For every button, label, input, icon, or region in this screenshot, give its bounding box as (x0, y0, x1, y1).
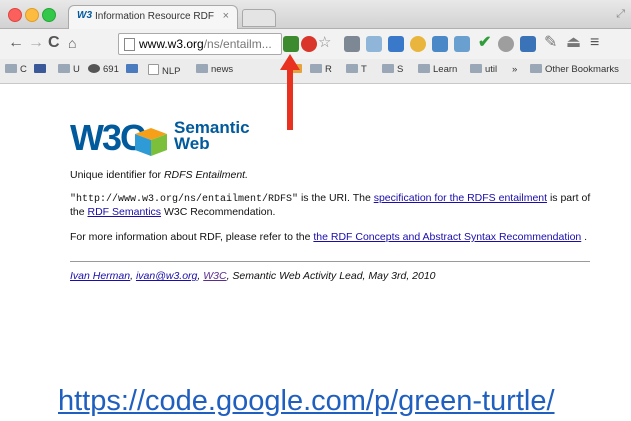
new-tab-button[interactable] (242, 9, 276, 27)
page-icon (124, 38, 135, 51)
share-icon (126, 64, 138, 73)
intro-paragraph: Unique identifier for RDFS Entailment. (70, 169, 248, 181)
extension-smile-icon[interactable] (410, 36, 426, 52)
bookmark-other-bookmarks[interactable]: Other Bookmarks (530, 64, 619, 75)
address-bar[interactable]: www.w3.org/ns/entailm... (118, 33, 282, 55)
folder-icon (58, 64, 70, 73)
maximize-window-button[interactable] (42, 8, 56, 22)
adblock-icon[interactable] (301, 36, 317, 52)
browser-window: W3 Information Resource RDF × ⤢ ← → C ⌂ … (0, 0, 631, 392)
rdf-semantics-link[interactable]: RDF Semantics (88, 206, 162, 218)
bookmark-t[interactable]: T (346, 64, 367, 75)
intro-emphasis: RDFS Entailment. (163, 169, 248, 181)
folder-icon (530, 64, 542, 73)
forward-icon[interactable]: → (28, 33, 44, 53)
page-content: W3C Semantic Web Unique identifier for R… (0, 84, 631, 392)
tab-title: Information Resource RDF (95, 11, 214, 22)
folder-icon (346, 64, 358, 73)
extension-screen-icon[interactable] (432, 36, 448, 52)
logo-web-text: Web (174, 134, 210, 153)
page-footer: Ivan Herman, ivan@w3.org, W3C, Semantic … (70, 270, 436, 282)
more-info-paragraph: For more information about RDF, please r… (70, 231, 588, 243)
bookmarks-bar: C U 691 NLP news R T S Learn util » Othe… (0, 59, 631, 84)
divider (70, 261, 590, 262)
bookmark-r[interactable]: R (310, 64, 332, 75)
uri-code: "http://www.w3.org/ns/entailment/RDFS" (70, 194, 299, 205)
folder-icon (310, 64, 322, 73)
wrench-icon[interactable]: ✎ (544, 33, 557, 53)
bookmark-news[interactable]: news (196, 64, 233, 75)
bookmark-s[interactable]: S (382, 64, 403, 75)
email-link[interactable]: ivan@w3.org (136, 270, 197, 282)
annotation-arrow-icon (280, 54, 300, 130)
facebook-icon (34, 64, 46, 73)
browser-toolbar: ← → C ⌂ www.w3.org/ns/entailm... ☆ ✔ ✎ ⏏… (0, 29, 631, 59)
eject-icon[interactable]: ⏏ (566, 33, 581, 53)
back-icon[interactable]: ← (8, 33, 24, 53)
w3c-favicon-icon: W3 (77, 10, 92, 21)
tab-active[interactable]: W3 Information Resource RDF × (68, 5, 238, 29)
rdfs-entailment-spec-link[interactable]: specification for the RDFS entailment (374, 192, 547, 204)
tab-close-icon[interactable]: × (223, 10, 229, 22)
menu-icon[interactable]: ≡ (590, 33, 599, 53)
folder-icon (382, 64, 394, 73)
bookmark-facebook[interactable] (34, 64, 49, 75)
title-bar: W3 Information Resource RDF × ⤢ (0, 0, 631, 29)
bookmark-c[interactable]: C (5, 64, 27, 75)
uri-paragraph: "http://www.w3.org/ns/entailment/RDFS" i… (70, 192, 591, 218)
extension-bird-icon[interactable] (520, 36, 536, 52)
author-link[interactable]: Ivan Herman (70, 270, 130, 282)
check-icon[interactable]: ✔ (478, 33, 491, 53)
extension-badge-icon[interactable] (498, 36, 514, 52)
github-icon (88, 64, 100, 73)
bookmark-691[interactable]: 691 (88, 64, 119, 75)
semantic-web-cube-icon (135, 128, 167, 156)
extension-window-icon[interactable] (366, 36, 382, 52)
close-window-button[interactable] (8, 8, 22, 22)
bookmarks-overflow-button[interactable]: » (512, 64, 517, 75)
page-icon (148, 64, 159, 75)
reload-icon[interactable]: C (48, 33, 60, 53)
rdf-concepts-link[interactable]: the RDF Concepts and Abstract Syntax Rec… (313, 231, 581, 243)
folder-icon (196, 64, 208, 73)
green-turtle-extension-icon[interactable] (283, 36, 299, 52)
w3c-link[interactable]: W3C (203, 270, 226, 282)
minimize-window-button[interactable] (25, 8, 39, 22)
extension-x-icon[interactable] (388, 36, 404, 52)
bookmark-share[interactable] (126, 64, 141, 75)
folder-icon (418, 64, 430, 73)
folder-icon (470, 64, 482, 73)
green-turtle-url-caption[interactable]: https://code.google.com/p/green-turtle/ (58, 384, 555, 418)
extension-tag-icon[interactable] (344, 36, 360, 52)
url-host: www.w3.org (139, 37, 204, 51)
home-icon[interactable]: ⌂ (68, 33, 76, 53)
bookmark-util[interactable]: util (470, 64, 497, 75)
folder-icon (5, 64, 17, 73)
url-path: /ns/entailm... (203, 37, 272, 51)
star-icon[interactable]: ☆ (318, 33, 331, 53)
bookmark-nlp[interactable]: NLP (148, 64, 180, 77)
bookmark-u[interactable]: U (58, 64, 80, 75)
fullscreen-icon[interactable]: ⤢ (616, 8, 625, 21)
extension-chat-icon[interactable] (454, 36, 470, 52)
bookmark-learn[interactable]: Learn (418, 64, 457, 75)
